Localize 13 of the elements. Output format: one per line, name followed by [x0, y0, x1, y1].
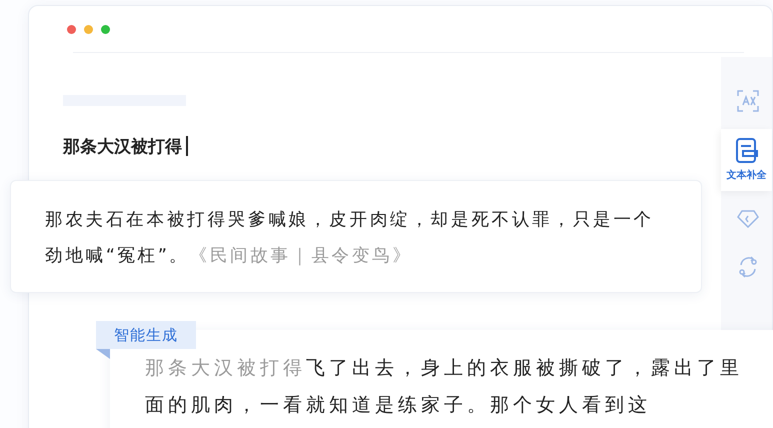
window-control[interactable]: [84, 25, 93, 34]
suggestion-card[interactable]: 那农夫石在本被打得哭爹喊娘，皮开肉绽，却是死不认罪，只是一个劲地喊“冤枉”。《民间故事｜县令变鸟》: [10, 180, 702, 293]
generated-tag: 智能生成: [96, 321, 196, 349]
scan-icon: [737, 90, 759, 112]
generated-text: 那条大汉被打得 飞了出去，身上的衣服被撕破了，露出了里面的肌肉，一看就知道是练家子。那个女人看到这: [145, 356, 744, 418]
suggestion-text: 那农夫石在本被打得哭爹喊娘，皮开肉绽，却是死不认罪，只是一个劲地喊“冤枉”。《民间故事｜县令变鸟》: [45, 209, 655, 268]
convert-icon: [737, 256, 759, 278]
input-field[interactable]: 那条大汉被打得: [63, 134, 721, 158]
document-icon: [734, 138, 758, 164]
diamond-icon: [737, 210, 759, 228]
window-control[interactable]: [101, 25, 110, 34]
window-control[interactable]: [67, 25, 76, 34]
tool-tab[interactable]: 文本补全: [721, 129, 772, 191]
